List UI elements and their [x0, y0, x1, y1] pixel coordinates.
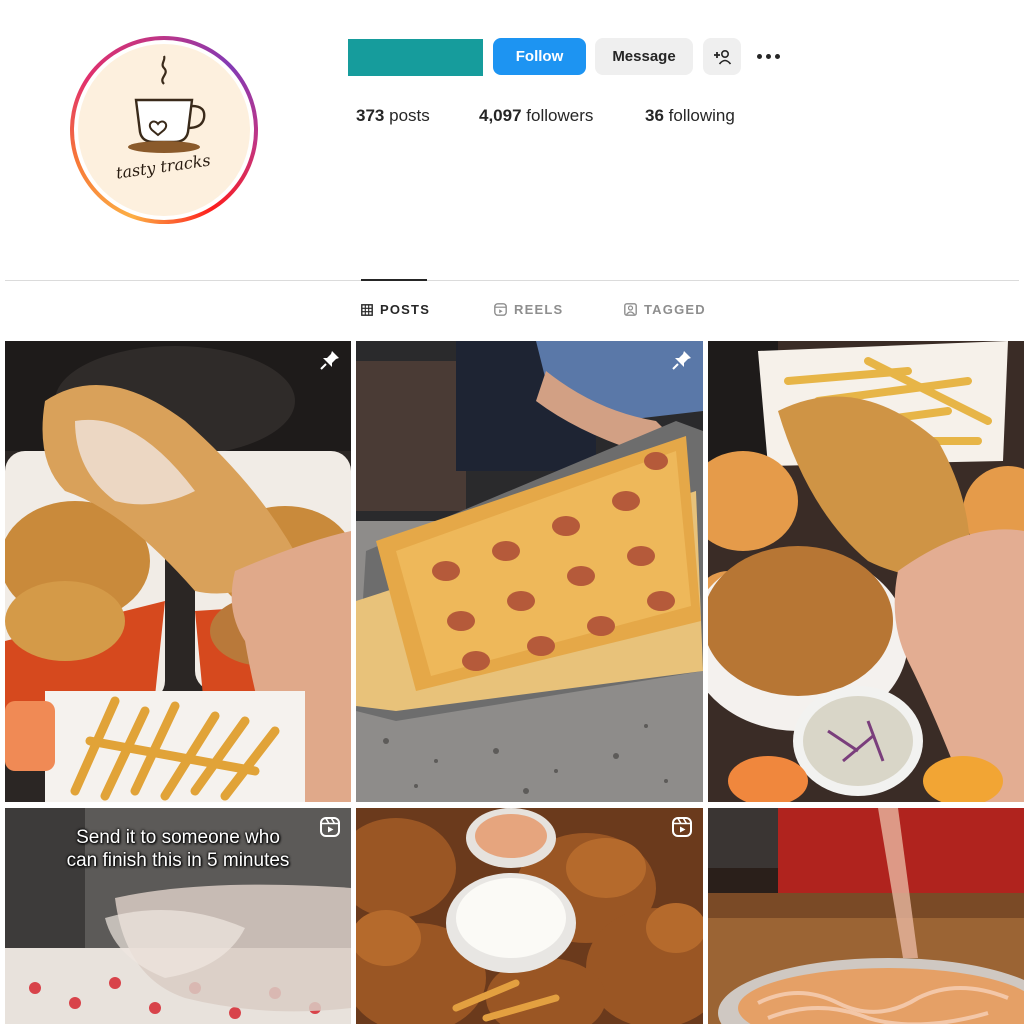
post-tile[interactable]: Send it to someone who can finish this i…: [5, 808, 351, 1024]
followers-number: 4,097: [479, 106, 522, 125]
follow-button[interactable]: Follow: [493, 38, 586, 75]
tab-tagged-label: TAGGED: [644, 302, 706, 317]
post-tile[interactable]: [708, 341, 1024, 802]
pin-icon: [672, 351, 691, 370]
tab-posts-label: POSTS: [380, 302, 431, 317]
reel-caption: Send it to someone who can finish this i…: [5, 826, 351, 872]
tagged-icon: [624, 303, 637, 316]
tab-posts[interactable]: POSTS: [361, 302, 430, 317]
profile-avatar: tasty tracks: [78, 44, 250, 216]
username-placeholder: [348, 39, 483, 76]
coffee-cup-logo: tasty tracks: [115, 55, 212, 183]
tab-tagged[interactable]: TAGGED: [624, 302, 706, 317]
post-image-chicken-combo: [708, 341, 1024, 802]
add-user-icon: [714, 49, 732, 65]
followers-label: followers: [526, 106, 594, 125]
active-tab-indicator: [361, 279, 427, 281]
avatar-border: tasty tracks: [74, 40, 254, 220]
following-link[interactable]: 36 following: [645, 106, 735, 126]
tab-reels[interactable]: REELS: [494, 302, 563, 317]
followers-link[interactable]: 4,097 followers: [479, 106, 593, 126]
reels-icon: [672, 817, 692, 837]
tabs-divider: [5, 280, 1019, 281]
svg-text:tasty tracks: tasty tracks: [115, 151, 212, 183]
post-tile[interactable]: [5, 341, 351, 802]
grid-icon: [361, 303, 373, 316]
post-tile[interactable]: [356, 341, 703, 802]
reels-icon: [320, 817, 340, 837]
profile-avatar-ring[interactable]: tasty tracks: [70, 36, 258, 224]
pin-icon: [320, 351, 339, 370]
suggest-user-button[interactable]: [703, 38, 741, 75]
posts-label: posts: [389, 106, 430, 125]
tab-reels-label: REELS: [514, 302, 564, 317]
posts-number: 373: [356, 106, 385, 125]
post-image-fried-chicken-dips: [356, 808, 703, 1024]
post-tile[interactable]: [356, 808, 703, 1024]
post-image-chicken-tenders: [5, 341, 351, 802]
reel-caption-line2: can finish this in 5 minutes: [66, 850, 290, 871]
post-image-loaded-fries: [708, 808, 1024, 1024]
reel-caption-line1: Send it to someone who: [76, 827, 280, 848]
message-button[interactable]: Message: [595, 38, 693, 75]
following-number: 36: [645, 106, 664, 125]
reels-icon: [494, 303, 507, 316]
more-options-icon[interactable]: [753, 44, 783, 68]
post-tile[interactable]: [708, 808, 1024, 1024]
post-image-pizza-fries: [356, 341, 703, 802]
posts-count: 373 posts: [356, 106, 430, 126]
following-label: following: [668, 106, 735, 125]
